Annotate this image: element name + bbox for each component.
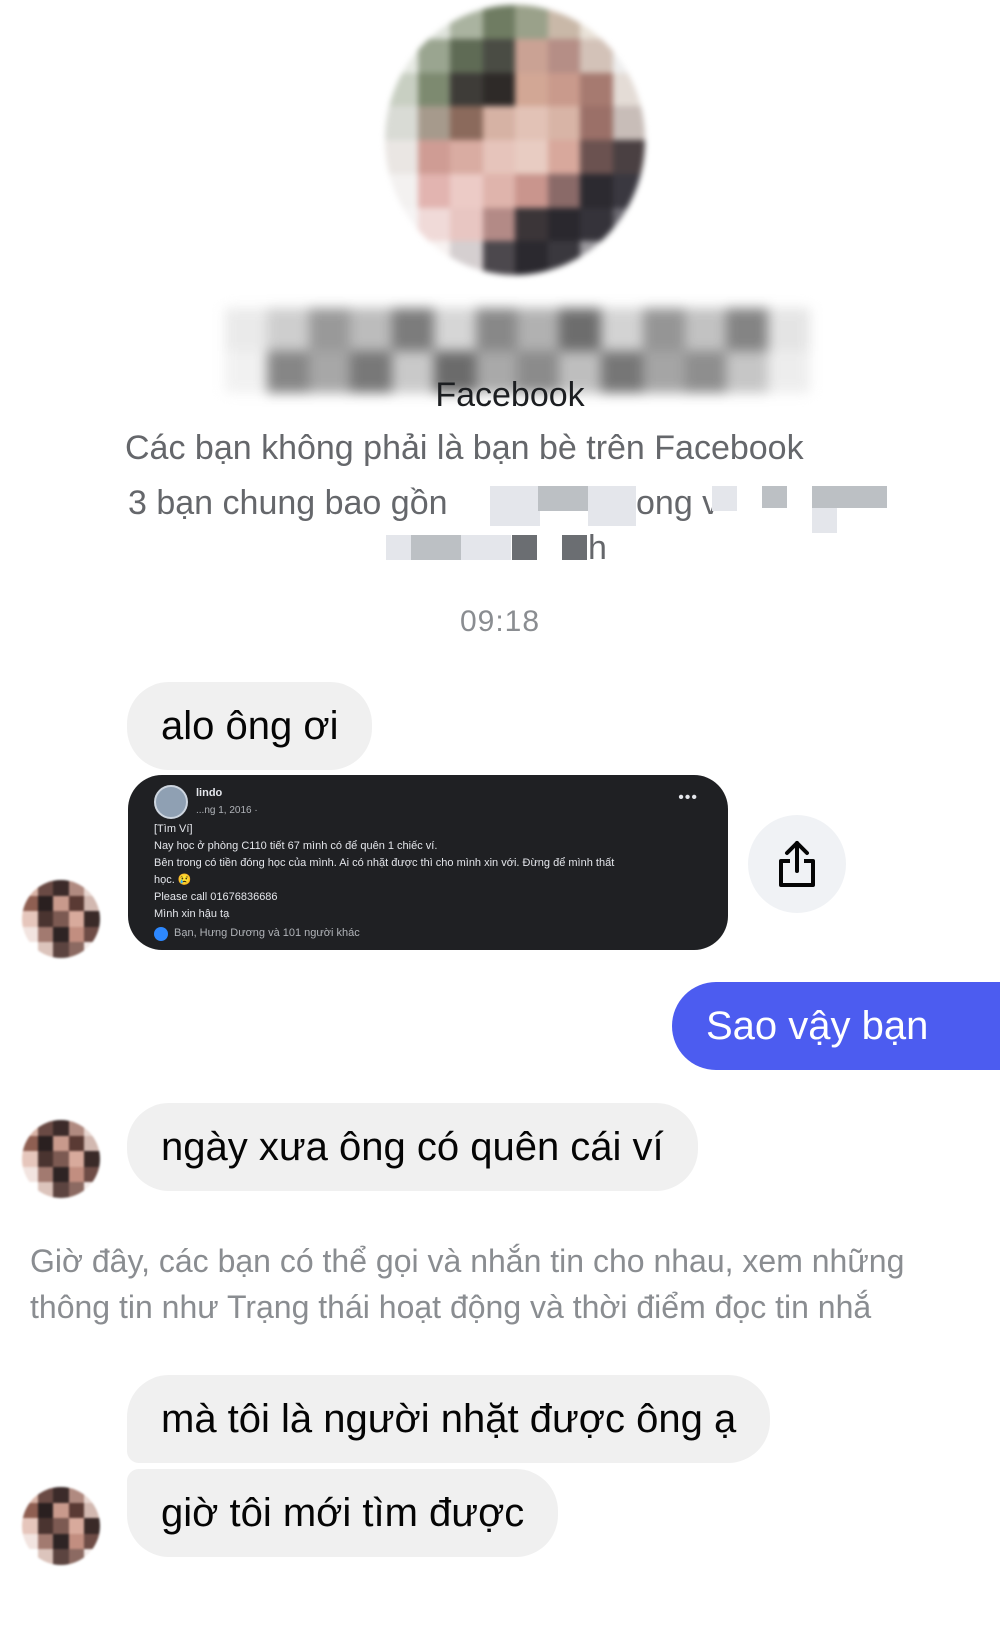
redaction-block	[712, 486, 737, 511]
message-bubble-incoming[interactable]: ngày xưa ông có quên cái ví	[127, 1103, 698, 1191]
redaction-block	[762, 486, 787, 508]
message-text: alo ông ơi	[161, 704, 339, 748]
not-friends-notice: Các bạn không phải là bạn bè trên Facebo…	[125, 429, 804, 467]
message-bubble-outgoing[interactable]: Sao vậy bạn	[672, 982, 1000, 1070]
message-text: giờ tôi mới tìm được	[161, 1491, 525, 1535]
post-body: [Tìm Ví] Nay học ở phòng C110 tiết 67 mì…	[154, 821, 704, 923]
shared-post-attachment[interactable]: lindo ...ng 1, 2016 · ••• [Tìm Ví] Nay h…	[128, 775, 728, 950]
messaging-permission-notice: Giờ đây, các bạn có thể gọi và nhắn tin …	[30, 1238, 1000, 1330]
post-date: ...ng 1, 2016 ·	[196, 805, 258, 816]
message-bubble-incoming[interactable]: mà tôi là người nhặt được ông ạ	[127, 1375, 771, 1463]
post-line: Mình xin hậu tạ	[154, 908, 230, 920]
notice-line: thông tin như Trạng thái hoạt động và th…	[30, 1289, 872, 1325]
post-more-icon[interactable]: •••	[678, 789, 698, 806]
message-bubble-incoming[interactable]: giờ tôi mới tìm được	[127, 1469, 559, 1557]
message-bubble-incoming[interactable]: alo ông ơi	[127, 682, 373, 770]
notice-line: Giờ đây, các bạn có thể gọi và nhắn tin …	[30, 1243, 905, 1279]
redaction-block	[411, 535, 461, 560]
share-icon	[779, 841, 815, 887]
redaction-block	[512, 535, 537, 560]
redaction-block	[386, 535, 411, 560]
post-line: [Tìm Ví]	[154, 823, 193, 835]
sender-avatar[interactable]	[22, 880, 100, 958]
redaction-block	[490, 486, 540, 526]
post-line: Please call 01676836686	[154, 891, 278, 903]
profile-subtitle-partial: Facebook	[435, 380, 585, 410]
mutual-friends-mid: ong v	[636, 484, 720, 522]
redaction-block	[538, 486, 588, 511]
redaction-block	[461, 535, 511, 560]
message-text: ngày xưa ông có quên cái ví	[161, 1125, 664, 1169]
profile-avatar[interactable]	[385, 5, 645, 275]
sender-avatar[interactable]	[22, 1120, 100, 1198]
sender-avatar[interactable]	[22, 1487, 100, 1565]
post-reactions: Bạn, Hưng Dương và 101 người khác	[154, 925, 704, 942]
redaction-block	[812, 508, 837, 533]
conversation-timestamp: 09:18	[459, 605, 541, 638]
redaction-block	[562, 535, 587, 560]
share-button[interactable]	[748, 815, 846, 913]
like-icon	[154, 926, 168, 941]
redaction-block	[588, 486, 636, 526]
redaction-block	[812, 486, 887, 508]
mutual-friends-suffix: h	[588, 529, 607, 567]
message-text: Sao vậy bạn	[706, 1004, 929, 1048]
post-author-name: lindo	[196, 787, 223, 799]
post-line: học. 😢	[154, 874, 192, 886]
post-line: Bên trong có tiền đóng học của mình. Ai …	[154, 857, 615, 869]
mutual-friends-prefix: 3 bạn chung bao gồn	[128, 484, 448, 522]
post-author-avatar	[154, 785, 188, 819]
message-text: mà tôi là người nhặt được ông ạ	[161, 1397, 737, 1441]
post-line: Nay học ở phòng C110 tiết 67 mình có để …	[154, 840, 438, 852]
